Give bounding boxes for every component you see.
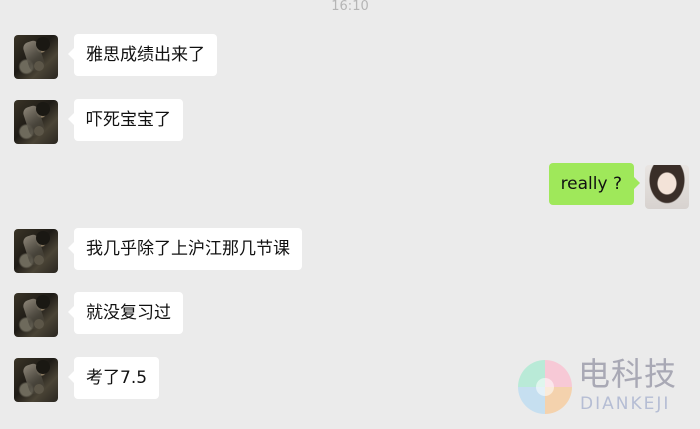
message-bubble[interactable]: 雅思成绩出来了 (68, 34, 217, 76)
watermark-subtext: DIANKEJI (580, 394, 671, 414)
message-bubble[interactable]: 吓死宝宝了 (68, 99, 183, 141)
contact-avatar[interactable] (14, 293, 58, 337)
contact-avatar[interactable] (14, 229, 58, 273)
timestamp: 16:10 (331, 0, 369, 14)
message-bubble[interactable]: 我几乎除了上沪江那几节课 (68, 228, 302, 270)
contact-avatar[interactable] (14, 100, 58, 144)
contact-avatar[interactable] (14, 358, 58, 402)
user-avatar[interactable] (645, 165, 689, 209)
message-bubble[interactable]: 考了7.5 (67, 357, 160, 399)
watermark-text: 电科技 (578, 355, 678, 393)
watermark: 电科技 DIANKEJI (504, 352, 694, 422)
message-bubble-sent[interactable]: really ? (548, 163, 641, 205)
contact-avatar[interactable] (14, 35, 58, 79)
message-bubble[interactable]: 就没复习过 (68, 292, 183, 334)
dianketi-logo-icon (518, 360, 572, 414)
